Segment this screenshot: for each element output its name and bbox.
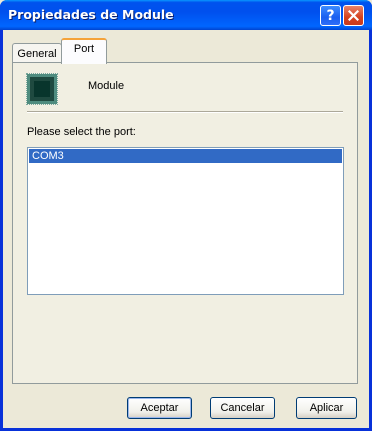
tab-general[interactable]: General — [12, 43, 62, 63]
chip-core — [34, 81, 50, 97]
help-icon: ? — [326, 7, 335, 24]
title-bar[interactable]: Propiedades de Module ? — [0, 0, 372, 30]
help-button[interactable]: ? — [320, 5, 341, 26]
window-title: Propiedades de Module — [8, 7, 174, 22]
device-name: Module — [88, 80, 125, 92]
separator — [27, 111, 343, 113]
port-item-com3[interactable]: COM3 — [29, 149, 342, 163]
close-button[interactable] — [343, 5, 364, 26]
port-select-label: Please select the port: — [27, 126, 136, 138]
ok-button[interactable]: Aceptar — [127, 397, 192, 419]
cancel-button[interactable]: Cancelar — [210, 397, 275, 419]
chip-icon — [26, 73, 58, 105]
apply-button[interactable]: Aplicar — [296, 397, 357, 419]
port-listbox[interactable]: COM3 — [27, 147, 344, 295]
close-icon — [348, 10, 359, 21]
tab-port[interactable]: Port — [61, 38, 107, 64]
